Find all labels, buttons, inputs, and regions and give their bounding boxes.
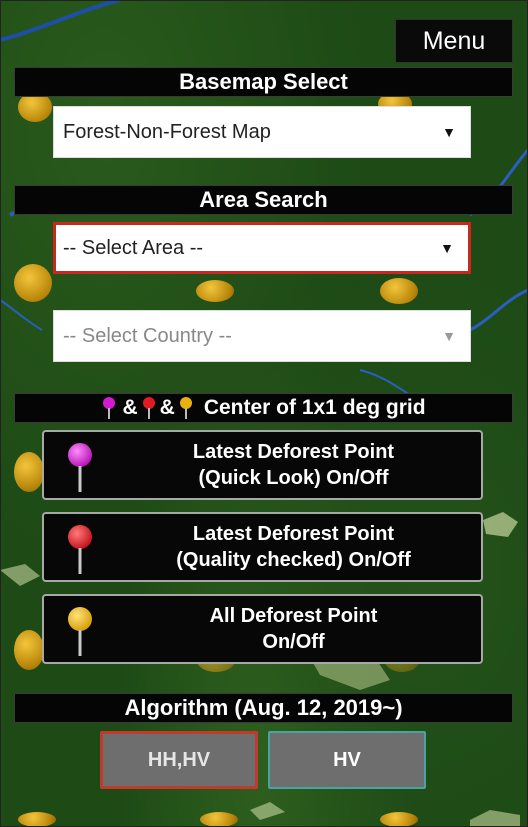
basemap-select[interactable]: Forest-Non-Forest Map ▼ [53,106,471,158]
basemap-select-heading: Basemap Select [14,67,513,97]
heading-text: Center of 1x1 deg grid [203,396,426,419]
menu-button[interactable]: Menu [395,19,513,63]
area-select-value: -- Select Area -- [63,236,204,259]
algorithm-hh-hv-button[interactable]: HH,HV [100,731,258,789]
deforest-points-heading: & & Center of 1x1 deg grid [14,393,513,423]
grid-point-marker[interactable] [18,812,56,827]
grid-point-marker[interactable] [380,812,418,827]
grid-point-marker[interactable] [200,812,238,827]
area-select[interactable]: -- Select Area -- ▼ [53,222,471,274]
red-pin-icon [142,397,155,419]
quick-look-toggle-button[interactable]: Latest Deforest Point (Quick Look) On/Of… [42,430,483,500]
grid-point-marker[interactable] [14,264,52,302]
grid-point-marker[interactable] [380,278,418,304]
quick-look-label-line2: (Quick Look) On/Off [198,467,389,489]
dropdown-arrow-icon: ▼ [442,328,456,344]
grid-point-marker[interactable] [196,280,234,302]
quality-checked-toggle-button[interactable]: Latest Deforest Point (Quality checked) … [42,512,483,582]
heading-separator: & [122,396,138,419]
all-deforest-label-line1: All Deforest Point [209,605,378,627]
grid-point-marker[interactable] [14,452,44,492]
quality-label-line2: (Quality checked) On/Off [176,549,411,571]
red-pin-icon [68,525,92,574]
yellow-pin-icon [68,607,92,656]
quality-label-line1: Latest Deforest Point [192,523,395,545]
area-search-heading: Area Search [14,185,513,215]
basemap-select-value: Forest-Non-Forest Map [63,120,271,143]
quick-look-label-line1: Latest Deforest Point [192,441,395,463]
magenta-pin-icon [68,443,92,492]
grid-point-marker[interactable] [14,630,44,670]
dropdown-arrow-icon: ▼ [440,240,454,256]
algorithm-heading: Algorithm (Aug. 12, 2019~) [14,693,513,723]
country-select-value: -- Select Country -- [63,324,232,347]
dropdown-arrow-icon: ▼ [442,124,456,140]
yellow-pin-icon [179,397,192,419]
algorithm-hv-button[interactable]: HV [268,731,426,789]
country-select[interactable]: -- Select Country -- ▼ [53,310,471,362]
magenta-pin-icon [103,397,116,419]
all-deforest-toggle-button[interactable]: All Deforest Point On/Off [42,594,483,664]
all-deforest-label-line2: On/Off [262,631,325,653]
heading-separator: & [159,396,175,419]
